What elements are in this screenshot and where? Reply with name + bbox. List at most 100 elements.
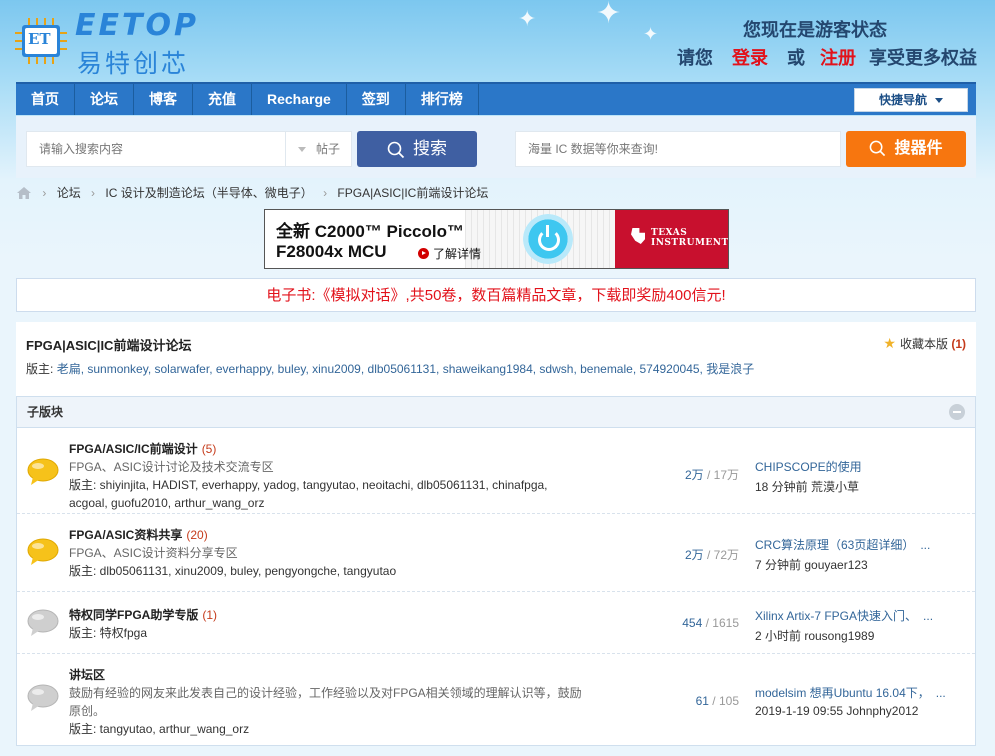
ic-search-button-label: 搜器件 (894, 140, 943, 157)
subforum-new-count: (1) (202, 608, 218, 622)
search-bar: 请输入搜索内容 帖子 搜索 海量 IC 数据等你来查询! 搜器件 (16, 116, 976, 178)
logo-text-en: EETOP (75, 8, 199, 43)
ti-logo-text: TEXAS INSTRUMENTS (651, 228, 729, 248)
ic-search-button[interactable]: 搜器件 (846, 131, 966, 167)
bubble-icon (27, 609, 59, 636)
topic-count: 2万 (684, 548, 704, 562)
subforum-row: FPGA/ASIC资料共享 (20) FPGA、ASIC设计资料分享专区 版主: … (17, 514, 975, 592)
banner-title-line2: F28004x MCU (276, 242, 387, 261)
search-icon (870, 140, 886, 157)
post-count: 72万 (713, 548, 739, 562)
ad-banner[interactable]: 全新 C2000™ Piccolo™ F28004x MCU 了解详情 TEXA… (264, 209, 729, 269)
topic-count: 2万 (684, 468, 704, 482)
sky-star-icon: ✦ (643, 24, 659, 44)
moderators-label: 版主: (26, 362, 54, 376)
subforum-name-label: 特权同学FPGA助学专版 (69, 608, 199, 622)
breadcrumb-item[interactable]: IC 设计及制造论坛（半导体、微电子） (105, 186, 312, 200)
login-suffix: 享受更多权益 (869, 48, 977, 68)
favorite-count: (1) (951, 337, 966, 351)
subforum-moderators[interactable]: 版主: tangyutao, arthur_wang_orz (69, 720, 589, 738)
quick-nav-dropdown[interactable]: 快捷导航 (854, 88, 968, 112)
nav-item-ranking[interactable]: 排行榜 (406, 84, 479, 115)
power-icon (523, 214, 573, 264)
breadcrumb-item[interactable]: FPGA|ASIC|IC前端设计论坛 (337, 186, 488, 200)
nav-item-checkin[interactable]: 签到 (347, 84, 406, 115)
search-button[interactable]: 搜索 (357, 131, 477, 167)
sky-star-icon: ✦ (518, 6, 537, 31)
subforum-stats: 61 / 105 (695, 694, 739, 708)
logo-chip-text: ET (28, 30, 51, 48)
subforum-new-count: (5) (201, 442, 217, 456)
search-button-label: 搜索 (413, 139, 447, 158)
main-nav: 首页 论坛 博客 充值 Recharge 签到 排行榜 快捷导航 (16, 82, 976, 115)
subforum-stats: 2万 / 72万 (684, 548, 739, 562)
subforum-name-label: 讲坛区 (69, 668, 106, 682)
login-prompt: 请您 登录 或 注册 享受更多权益 (677, 44, 977, 70)
collapse-icon[interactable] (949, 404, 965, 420)
last-post-title[interactable]: modelsim 想再Ubuntu 16.04下， ... (755, 684, 946, 701)
bubble-icon (27, 458, 59, 485)
subforum-list: FPGA/ASIC/IC前端设计 (5) FPGA、ASIC设计讨论及技术交流专区… (16, 428, 976, 746)
home-icon[interactable] (16, 186, 32, 200)
subforum-new-count: (20) (186, 528, 208, 542)
last-post-title[interactable]: CHIPSCOPE的使用 (755, 458, 862, 475)
subforum-name[interactable]: FPGA/ASIC资料共享 (20) (69, 526, 208, 543)
chevron-down-icon (935, 98, 943, 104)
breadcrumb-item[interactable]: 论坛 (57, 186, 81, 200)
nav-item-forum[interactable]: 论坛 (75, 84, 134, 115)
subforum-moderators[interactable]: 版主: shiyinjita, HADIST, everhappy, yadog… (69, 476, 589, 512)
last-post-title[interactable]: CRC算法原理（63页超详细） ... (755, 536, 930, 553)
subforum-header-label: 子版块 (27, 405, 64, 419)
post-count: 105 (718, 694, 739, 708)
login-link[interactable]: 登录 (732, 48, 768, 68)
guest-status: 您现在是游客状态 (743, 20, 887, 40)
ebook-notice-link[interactable]: 电子书:《模拟对话》,共50卷，数百篇精品文章，下载即奖励400信元! (16, 278, 976, 312)
banner-title-line1: 全新 C2000™ Piccolo™ (276, 222, 465, 241)
star-icon: ★ (883, 335, 896, 351)
topic-count: 454 (682, 616, 703, 630)
last-post: CRC算法原理（63页超详细） ... 7 分钟前 gouyaer123 (755, 536, 930, 573)
header: ✦ ✦ ✦ ET EETOP 易特创芯 您现在是游客状态 请您 登录 或 注册 … (0, 0, 995, 82)
sky-star-icon: ✦ (596, 0, 622, 30)
search-icon (387, 141, 405, 158)
subforum-name[interactable]: 特权同学FPGA助学专版 (1) (69, 606, 217, 623)
post-count: 1615 (712, 616, 739, 630)
nav-item-topup[interactable]: 充值 (193, 84, 252, 115)
last-post-title[interactable]: Xilinx Artix-7 FPGA快速入门、 ... (755, 607, 933, 624)
subforum-moderators[interactable]: 版主: dlb05061131, xinu2009, buley, pengyo… (69, 562, 589, 580)
last-post: Xilinx Artix-7 FPGA快速入门、 ... 2 小时前 rouson… (755, 607, 933, 644)
nav-item-recharge[interactable]: Recharge (252, 84, 347, 115)
moderator-links[interactable]: 老扁, sunmonkey, solarwafer, everhappy, bu… (57, 362, 755, 376)
nav-item-home[interactable]: 首页 (16, 84, 75, 115)
ti-logo-mark (631, 228, 645, 244)
subforum-header: 子版块 (16, 396, 976, 428)
last-post-meta: 2 小时前 rousong1989 (755, 629, 875, 643)
last-post: CHIPSCOPE的使用 18 分钟前 荒漠小草 (755, 458, 862, 495)
or-text: 或 (786, 48, 805, 68)
banner-learn-more-label: 了解详情 (433, 247, 482, 261)
subforum-name[interactable]: FPGA/ASIC/IC前端设计 (5) (69, 440, 216, 457)
subforum-desc: 鼓励有经验的网友来此发表自己的设计经验，工作经验以及对FPGA相关领域的理解认识… (69, 686, 582, 718)
subforum-row: 讲坛区 鼓励有经验的网友来此发表自己的设计经验，工作经验以及对FPGA相关领域的… (17, 654, 975, 746)
subforum-row: 特权同学FPGA助学专版 (1) 版主: 特权fpga 454 / 1615 Xi… (17, 592, 975, 654)
login-prefix: 请您 (676, 48, 713, 68)
ti-brand-block: TEXAS INSTRUMENTS (615, 210, 729, 268)
site-logo[interactable]: ET EETOP 易特创芯 (15, 8, 196, 78)
search-type-label: 帖子 (316, 142, 341, 156)
subforum-name[interactable]: 讲坛区 (69, 666, 105, 683)
breadcrumb-separator: › (91, 185, 96, 200)
favorite-forum-button[interactable]: ★ 收藏本版 (1) (883, 335, 966, 352)
forum-box: FPGA|ASIC|IC前端设计论坛 ★ 收藏本版 (1) 版主: 老扁, sun… (16, 322, 976, 746)
ic-search-input[interactable]: 海量 IC 数据等你来查询! (515, 131, 841, 167)
ti-brand-line2: INSTRUMENTS (651, 238, 729, 248)
subforum-moderators[interactable]: 版主: 特权fpga (69, 624, 589, 642)
search-type-select[interactable]: 帖子 (286, 131, 352, 167)
bubble-icon (27, 538, 59, 565)
search-input[interactable]: 请输入搜索内容 (26, 131, 286, 167)
banner-learn-more[interactable]: 了解详情 (418, 245, 481, 262)
chevron-down-icon (298, 147, 306, 153)
logo-text-cn: 易特创芯 (77, 49, 190, 78)
register-link[interactable]: 注册 (820, 48, 856, 68)
breadcrumb: › 论坛 › IC 设计及制造论坛（半导体、微电子） › FPGA|ASIC|I… (16, 184, 488, 202)
nav-item-blog[interactable]: 博客 (134, 84, 193, 115)
